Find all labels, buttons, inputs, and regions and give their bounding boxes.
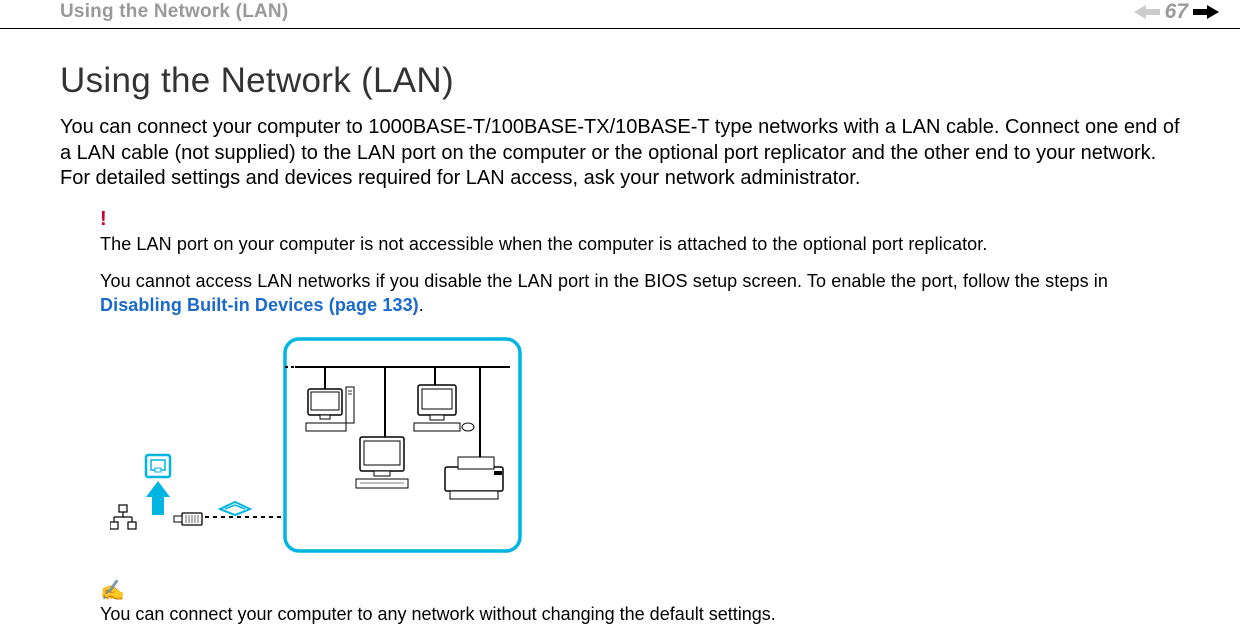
disabling-devices-link[interactable]: Disabling Built-in Devices (page 133) xyxy=(100,295,419,315)
pencil-icon: ✍ xyxy=(100,578,1180,603)
warning-line-2-prefix: You cannot access LAN networks if you di… xyxy=(100,271,1108,291)
page-indicator: 67 xyxy=(1133,0,1220,24)
prev-page-arrow[interactable] xyxy=(1133,4,1161,20)
tip-block: ✍ You can connect your computer to any n… xyxy=(100,578,1180,626)
warning-block: ! The LAN port on your computer is not a… xyxy=(100,208,1180,317)
page-header: Using the Network (LAN) 67 xyxy=(0,0,1240,29)
tip-text: You can connect your computer to any net… xyxy=(100,603,1180,626)
lan-diagram xyxy=(110,337,1180,562)
page-heading: Using the Network (LAN) xyxy=(60,61,1180,101)
warning-line-2: You cannot access LAN networks if you di… xyxy=(100,270,1180,317)
warning-icon: ! xyxy=(100,208,1180,231)
page-number: 67 xyxy=(1165,0,1188,24)
warning-line-2-suffix: . xyxy=(419,295,424,315)
content-area: Using the Network (LAN) You can connect … xyxy=(0,29,1240,626)
next-page-arrow[interactable] xyxy=(1192,4,1220,20)
network-icon xyxy=(110,505,136,529)
warning-line-1: The LAN port on your computer is not acc… xyxy=(100,233,1180,256)
lan-cable-icon xyxy=(174,513,202,525)
running-title: Using the Network (LAN) xyxy=(60,1,288,23)
intro-paragraph: You can connect your computer to 1000BAS… xyxy=(60,115,1180,192)
